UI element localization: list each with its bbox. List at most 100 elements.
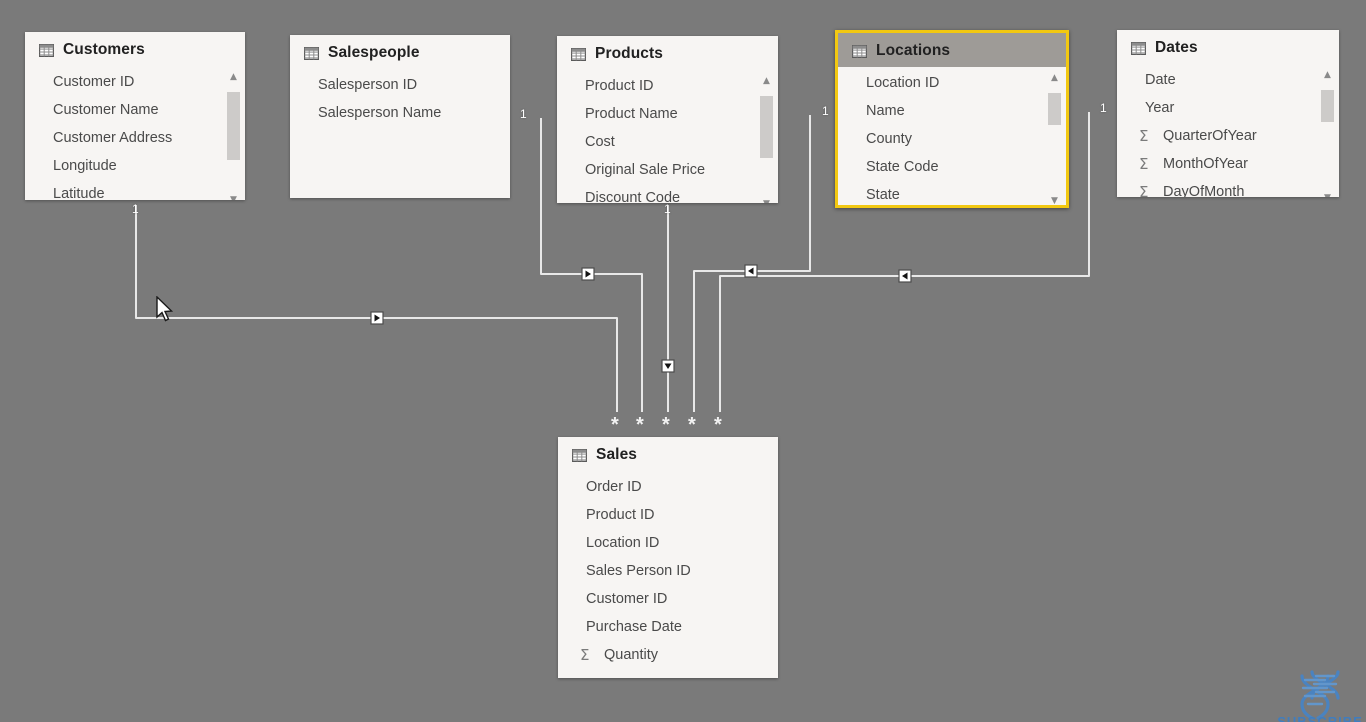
table-field-list[interactable]: Location ID Name County State Code State ▲ ▼ bbox=[838, 67, 1066, 206]
scroll-down-icon[interactable]: ▼ bbox=[1320, 191, 1335, 198]
table-field-row[interactable]: Salesperson ID bbox=[290, 71, 510, 99]
table-field-row[interactable]: Customer Address bbox=[25, 124, 245, 152]
scroll-down-icon[interactable]: ▼ bbox=[226, 193, 241, 201]
table-field-row[interactable]: Discount Code bbox=[557, 184, 778, 203]
table-field-row[interactable]: Date bbox=[1117, 66, 1339, 94]
cross-filter-arrow-locations-sales[interactable] bbox=[744, 264, 758, 278]
table-field-label: Customer Name bbox=[53, 102, 159, 118]
scroll-down-icon[interactable]: ▼ bbox=[1047, 194, 1062, 206]
table-header[interactable]: Sales bbox=[558, 437, 778, 471]
table-field-label: Product ID bbox=[586, 507, 655, 523]
table-field-row[interactable]: State Code bbox=[838, 153, 1066, 181]
table-field-row[interactable]: Product ID bbox=[558, 501, 778, 529]
table-header[interactable]: Customers bbox=[25, 32, 245, 66]
table-field-label: MonthOfYear bbox=[1163, 156, 1248, 172]
table-card-locations[interactable]: Locations Location ID Name County State Code… bbox=[835, 30, 1069, 208]
table-field-row[interactable]: Original Sale Price bbox=[557, 156, 778, 184]
scroll-down-icon[interactable]: ▼ bbox=[759, 197, 774, 204]
cross-filter-arrow-customers-sales[interactable] bbox=[370, 311, 384, 325]
scrollbar-thumb[interactable] bbox=[760, 96, 773, 158]
table-field-label: Cost bbox=[585, 134, 615, 150]
table-field-row[interactable]: Location ID bbox=[558, 529, 778, 557]
table-scrollbar[interactable]: ▲▼ bbox=[1047, 71, 1062, 206]
table-field-row[interactable]: Customer ID bbox=[25, 68, 245, 96]
cardinality-one-products-sales: 1 bbox=[664, 202, 671, 216]
table-field-row[interactable]: Location ID bbox=[838, 69, 1066, 97]
scroll-up-icon[interactable]: ▲ bbox=[759, 74, 774, 87]
table-field-row[interactable]: State bbox=[838, 181, 1066, 205]
table-header[interactable]: Salespeople bbox=[290, 35, 510, 69]
table-field-row[interactable]: Σ MonthOfYear bbox=[1117, 150, 1339, 178]
table-field-row[interactable]: Sales Person ID bbox=[558, 557, 778, 585]
scrollbar-thumb[interactable] bbox=[227, 92, 240, 160]
scrollbar-thumb[interactable] bbox=[1321, 90, 1334, 122]
scroll-up-icon[interactable]: ▲ bbox=[1320, 68, 1335, 81]
table-grid-icon bbox=[852, 44, 867, 58]
table-field-label: DayOfMonth bbox=[1163, 184, 1245, 197]
scroll-up-icon[interactable]: ▲ bbox=[1047, 71, 1062, 84]
table-field-row[interactable]: Product Name bbox=[557, 100, 778, 128]
cardinality-one-locations-sales: 1 bbox=[822, 104, 829, 118]
table-field-row[interactable]: Salesperson Name bbox=[290, 99, 510, 127]
cross-filter-arrow-products-sales[interactable] bbox=[661, 359, 675, 373]
table-field-label: Year bbox=[1145, 100, 1175, 116]
scrollbar-thumb[interactable] bbox=[1048, 93, 1061, 125]
table-field-row[interactable]: County bbox=[838, 125, 1066, 153]
table-card-customers[interactable]: Customers Customer ID Customer Name Custome… bbox=[25, 32, 245, 200]
table-card-sales[interactable]: Sales Order ID Product ID Location ID Sales … bbox=[558, 437, 778, 678]
table-field-label: Product ID bbox=[585, 78, 654, 94]
table-field-label: QuarterOfYear bbox=[1163, 128, 1257, 144]
table-field-list[interactable]: Product ID Product Name Cost Original Sale … bbox=[557, 70, 778, 203]
table-field-row[interactable]: Customer Name bbox=[25, 96, 245, 124]
table-header[interactable]: Products bbox=[557, 36, 778, 70]
table-field-row[interactable]: Σ Quantity bbox=[558, 641, 778, 669]
table-field-row[interactable]: Product ID bbox=[557, 72, 778, 100]
table-field-row[interactable]: Σ DayOfMonth bbox=[1117, 178, 1339, 197]
table-field-label: Discount Code bbox=[585, 190, 681, 203]
table-header[interactable]: Locations bbox=[838, 33, 1066, 67]
table-field-label: Product Name bbox=[585, 106, 678, 122]
table-card-dates[interactable]: Dates Date Year Σ QuarterOfYear Σ MonthOfYear Σ… bbox=[1117, 30, 1339, 197]
table-field-label: Quantity bbox=[604, 647, 658, 663]
table-field-label: Latitude bbox=[53, 186, 105, 200]
table-field-list[interactable]: Date Year Σ QuarterOfYear Σ MonthOfYear Σ DayOf… bbox=[1117, 64, 1339, 197]
table-scrollbar[interactable]: ▲▼ bbox=[226, 70, 241, 200]
cross-filter-arrow-dates-sales[interactable] bbox=[898, 269, 912, 283]
scroll-up-icon[interactable]: ▲ bbox=[226, 70, 241, 83]
table-field-label: County bbox=[866, 131, 912, 147]
dna-helix-icon bbox=[1300, 670, 1340, 720]
mouse-cursor bbox=[156, 296, 174, 322]
table-field-list[interactable]: Salesperson ID Salesperson Name bbox=[290, 69, 510, 127]
table-field-row[interactable]: Customer ID bbox=[558, 585, 778, 613]
table-header[interactable]: Dates bbox=[1117, 30, 1339, 64]
table-grid-icon bbox=[571, 47, 586, 61]
table-field-row[interactable]: Cost bbox=[557, 128, 778, 156]
table-field-row[interactable]: Order ID bbox=[558, 473, 778, 501]
cardinality-many-locations-sales: * bbox=[688, 414, 696, 436]
table-card-products[interactable]: Products Product ID Product Name Cost Origin… bbox=[557, 36, 778, 203]
table-field-row[interactable]: Name bbox=[838, 97, 1066, 125]
table-field-label: Salesperson Name bbox=[318, 105, 442, 121]
table-field-row[interactable]: Longitude bbox=[25, 152, 245, 180]
table-field-row[interactable]: Σ QuarterOfYear bbox=[1117, 122, 1339, 150]
table-field-list[interactable]: Customer ID Customer Name Customer Address… bbox=[25, 66, 245, 200]
table-title: Sales bbox=[596, 446, 638, 463]
subscribe-watermark: SUBSCRIBE bbox=[1272, 668, 1366, 722]
cardinality-one-customers-sales: 1 bbox=[132, 202, 139, 216]
table-field-row[interactable]: Year bbox=[1117, 94, 1339, 122]
table-field-label: Purchase Date bbox=[586, 619, 682, 635]
table-scrollbar[interactable]: ▲▼ bbox=[1320, 68, 1335, 197]
relationship-line-customers-sales[interactable] bbox=[135, 205, 618, 412]
table-scrollbar[interactable]: ▲▼ bbox=[759, 74, 774, 203]
cross-filter-arrow-salespeople-sales[interactable] bbox=[581, 267, 595, 281]
table-field-list[interactable]: Order ID Product ID Location ID Sales Perso… bbox=[558, 471, 778, 669]
table-field-row[interactable]: Latitude bbox=[25, 180, 245, 200]
table-grid-icon bbox=[572, 448, 587, 462]
table-field-row[interactable]: Purchase Date bbox=[558, 613, 778, 641]
model-view-canvas[interactable]: 1 * 1 * 1 * 1 * 1 * Customers Customer ID Customer … bbox=[0, 0, 1366, 722]
table-card-salespeople[interactable]: Salespeople Salesperson ID Salesperson Nam… bbox=[290, 35, 510, 198]
watermark-label: SUBSCRIBE bbox=[1277, 714, 1363, 722]
table-title: Products bbox=[595, 45, 663, 62]
table-grid-icon bbox=[304, 46, 319, 60]
table-field-label: Sales Person ID bbox=[586, 563, 691, 579]
